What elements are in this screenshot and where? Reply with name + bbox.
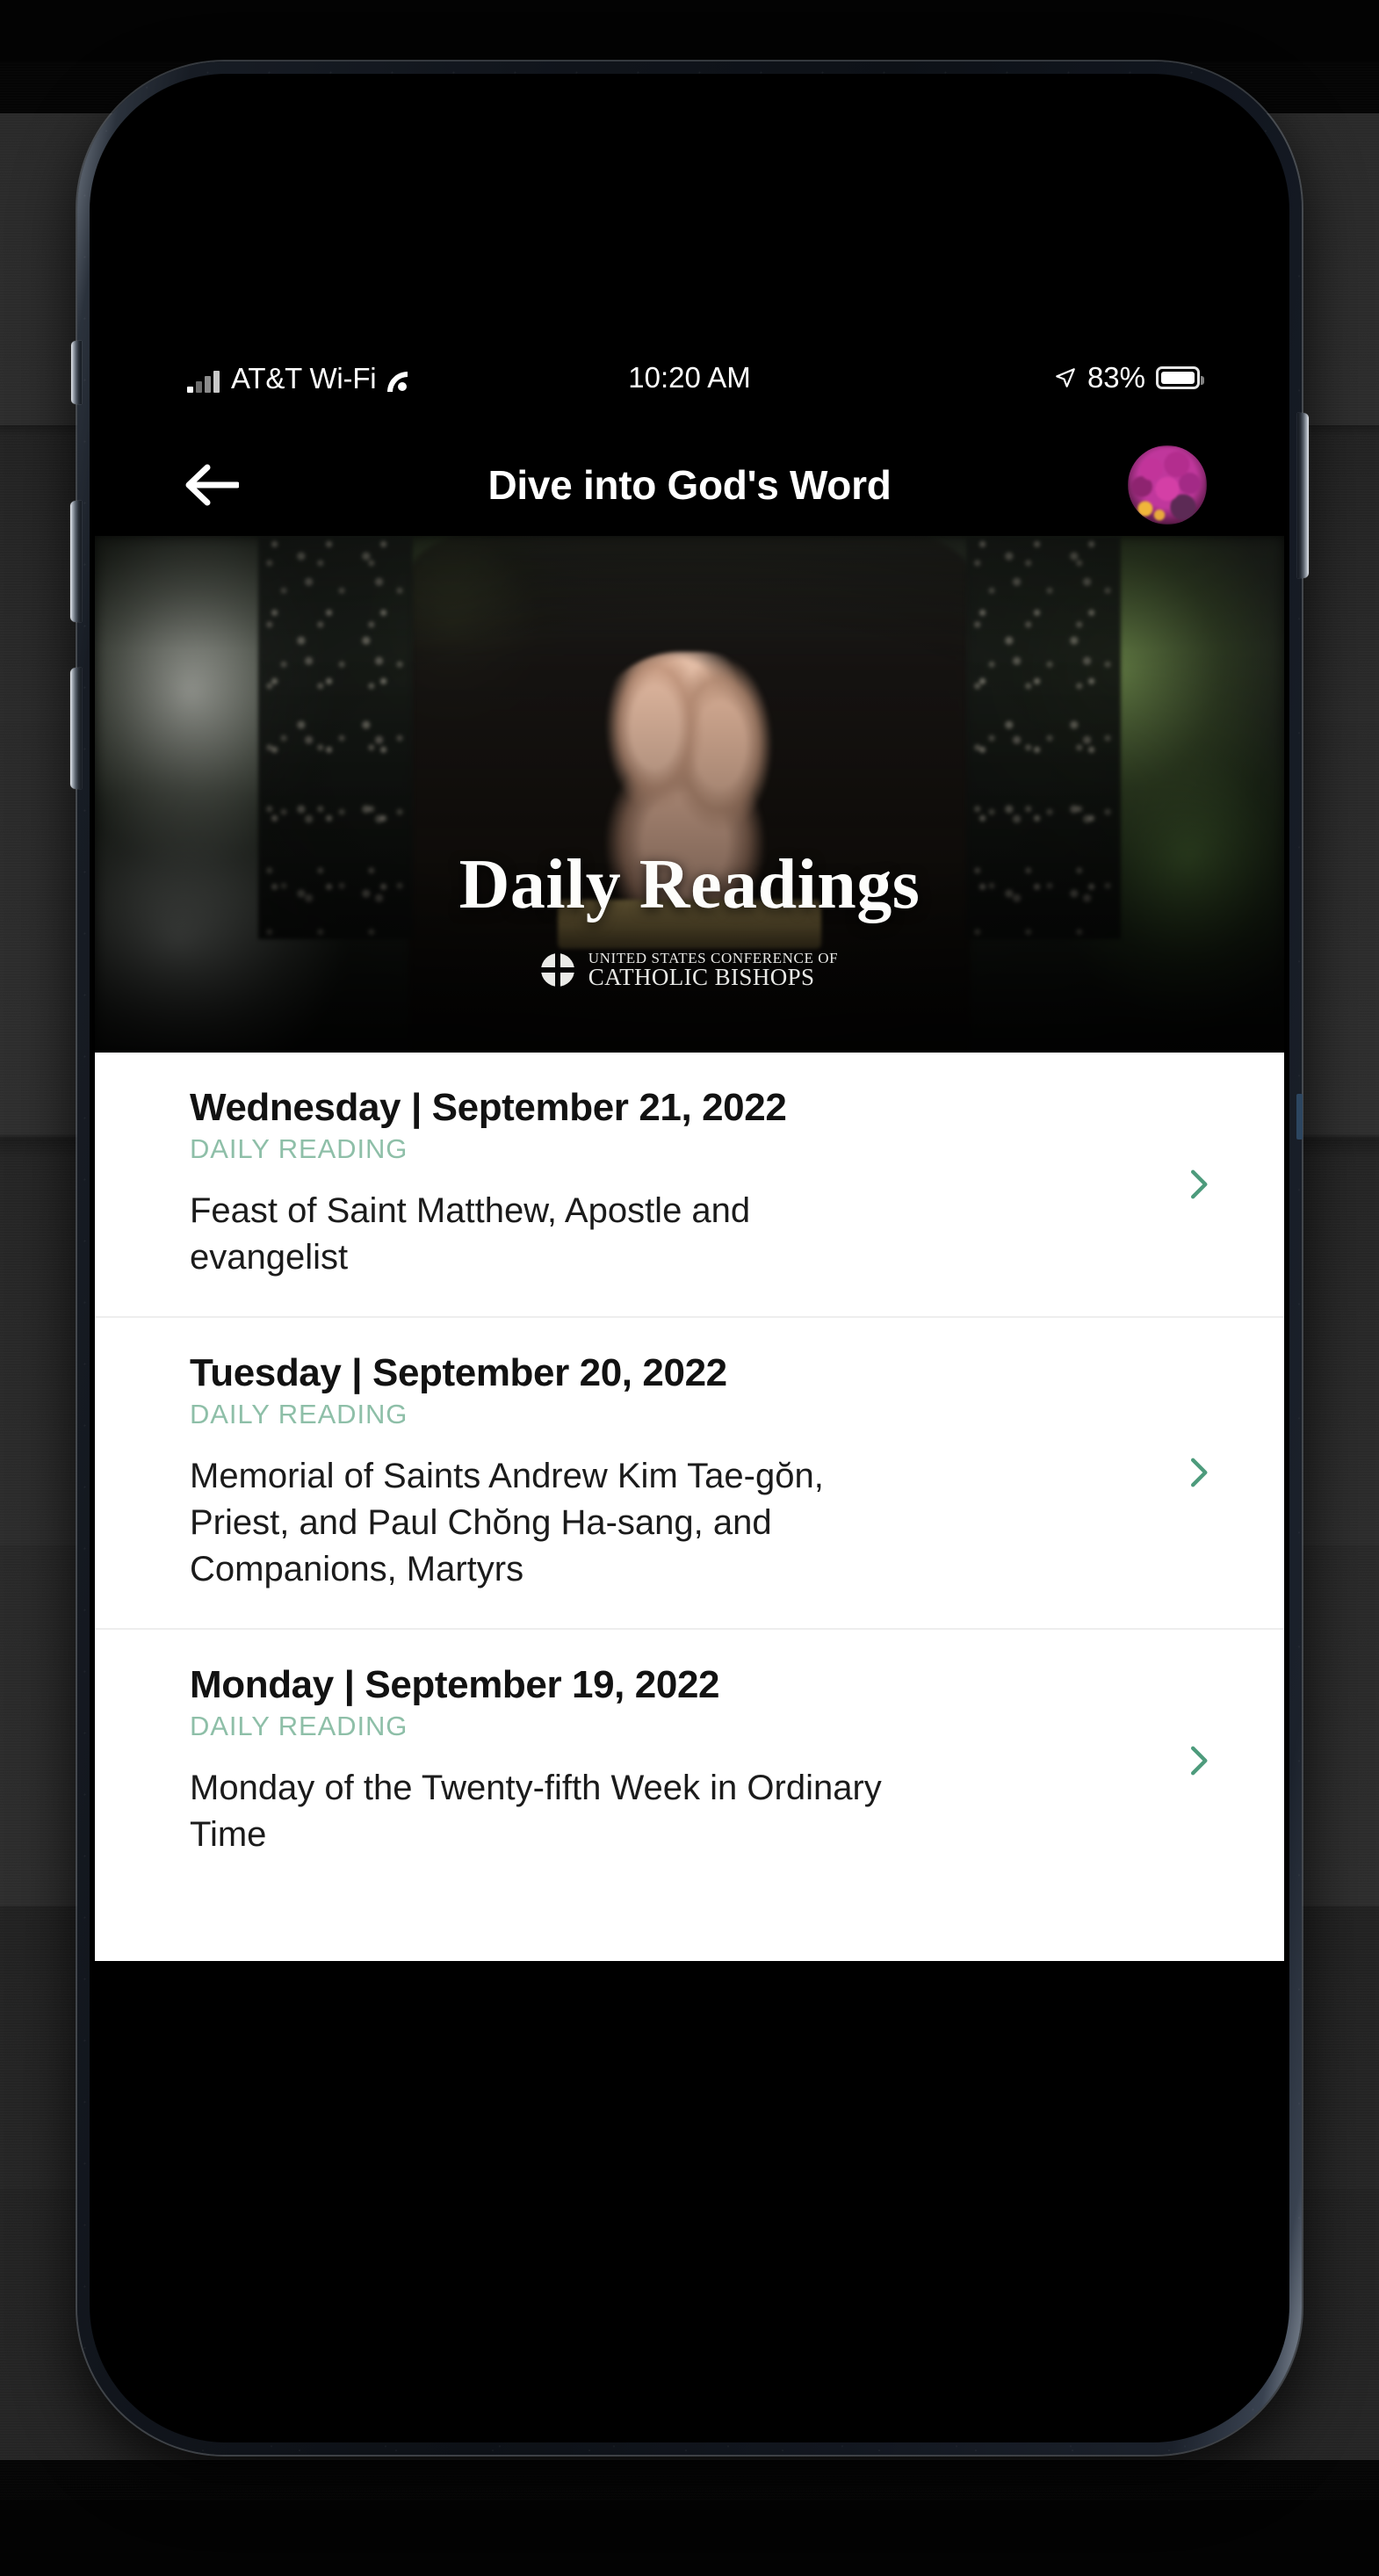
usccb-logo-line2: CATHOLIC BISHOPS (588, 964, 815, 990)
list-item[interactable]: Monday | September 19, 2022 DAILY READIN… (95, 1630, 1284, 1893)
battery-icon (1156, 366, 1204, 389)
frame-accent-stripe (1296, 1094, 1303, 1140)
avatar[interactable] (1128, 445, 1207, 525)
location-arrow-icon (1056, 368, 1075, 387)
mute-switch-button[interactable] (71, 341, 82, 404)
reading-kicker: DAILY READING (190, 1710, 408, 1741)
readings-list: Wednesday | September 21, 2022 DAILY REA… (95, 1053, 1284, 1961)
status-bar: AT&T Wi-Fi 10:20 AM 83% (95, 351, 1284, 405)
reading-description: Monday of the Twenty-fifth Week in Ordin… (190, 1768, 882, 1854)
reading-description: Feast of Saint Matthew, Apostle and evan… (190, 1191, 751, 1277)
app-viewport: AT&T Wi-Fi 10:20 AM 83% Dive into God's … (95, 79, 1284, 2437)
reading-kicker: DAILY READING (190, 1133, 408, 1165)
reading-description: Memorial of Saints Andrew Kim Tae-gŏn, P… (190, 1457, 824, 1588)
chevron-right-icon[interactable] (1180, 1743, 1216, 1778)
volume-down-button[interactable] (70, 668, 82, 789)
usccb-cross-circle-icon (538, 951, 577, 989)
battery-percent-label: 83% (1087, 361, 1145, 394)
reading-kicker: DAILY READING (190, 1399, 408, 1430)
volume-up-button[interactable] (70, 501, 82, 622)
list-item[interactable]: Wednesday | September 21, 2022 DAILY REA… (95, 1053, 1284, 1318)
avatar-image (1128, 445, 1207, 525)
hero-title: Daily Readings (458, 846, 921, 923)
power-button[interactable] (1297, 413, 1309, 578)
phone-device: AT&T Wi-Fi 10:20 AM 83% Dive into God's … (70, 62, 1309, 2455)
chevron-right-icon[interactable] (1180, 1167, 1216, 1202)
list-item[interactable]: Tuesday | September 20, 2022 DAILY READI… (95, 1318, 1284, 1630)
reading-date: Monday | September 19, 2022 (190, 1662, 720, 1706)
page-title: Dive into God's Word (487, 462, 892, 508)
phone-bezel: AT&T Wi-Fi 10:20 AM 83% Dive into God's … (90, 74, 1289, 2442)
backdrop-band-top (0, 0, 1379, 62)
back-arrow-icon (185, 464, 239, 506)
status-bar-right: 83% (1054, 361, 1204, 394)
backdrop-band-bottom (0, 2500, 1379, 2576)
phone-screen: AT&T Wi-Fi 10:20 AM 83% Dive into God's … (95, 79, 1284, 2437)
hero-banner[interactable]: Daily Readings UNITED STATES CONFERENCE … (95, 536, 1284, 1053)
reading-date: Wednesday | September 21, 2022 (190, 1086, 787, 1129)
screenshot-stage: AT&T Wi-Fi 10:20 AM 83% Dive into God's … (0, 0, 1379, 2576)
chevron-right-icon[interactable] (1180, 1455, 1216, 1490)
usccb-logo: UNITED STATES CONFERENCE OF CATHOLIC BIS… (95, 951, 1284, 989)
navigation-bar: Dive into God's Word (95, 434, 1284, 536)
reading-date: Tuesday | September 20, 2022 (190, 1350, 727, 1394)
usccb-logo-text: UNITED STATES CONFERENCE OF CATHOLIC BIS… (588, 951, 839, 989)
back-button[interactable] (172, 452, 251, 518)
